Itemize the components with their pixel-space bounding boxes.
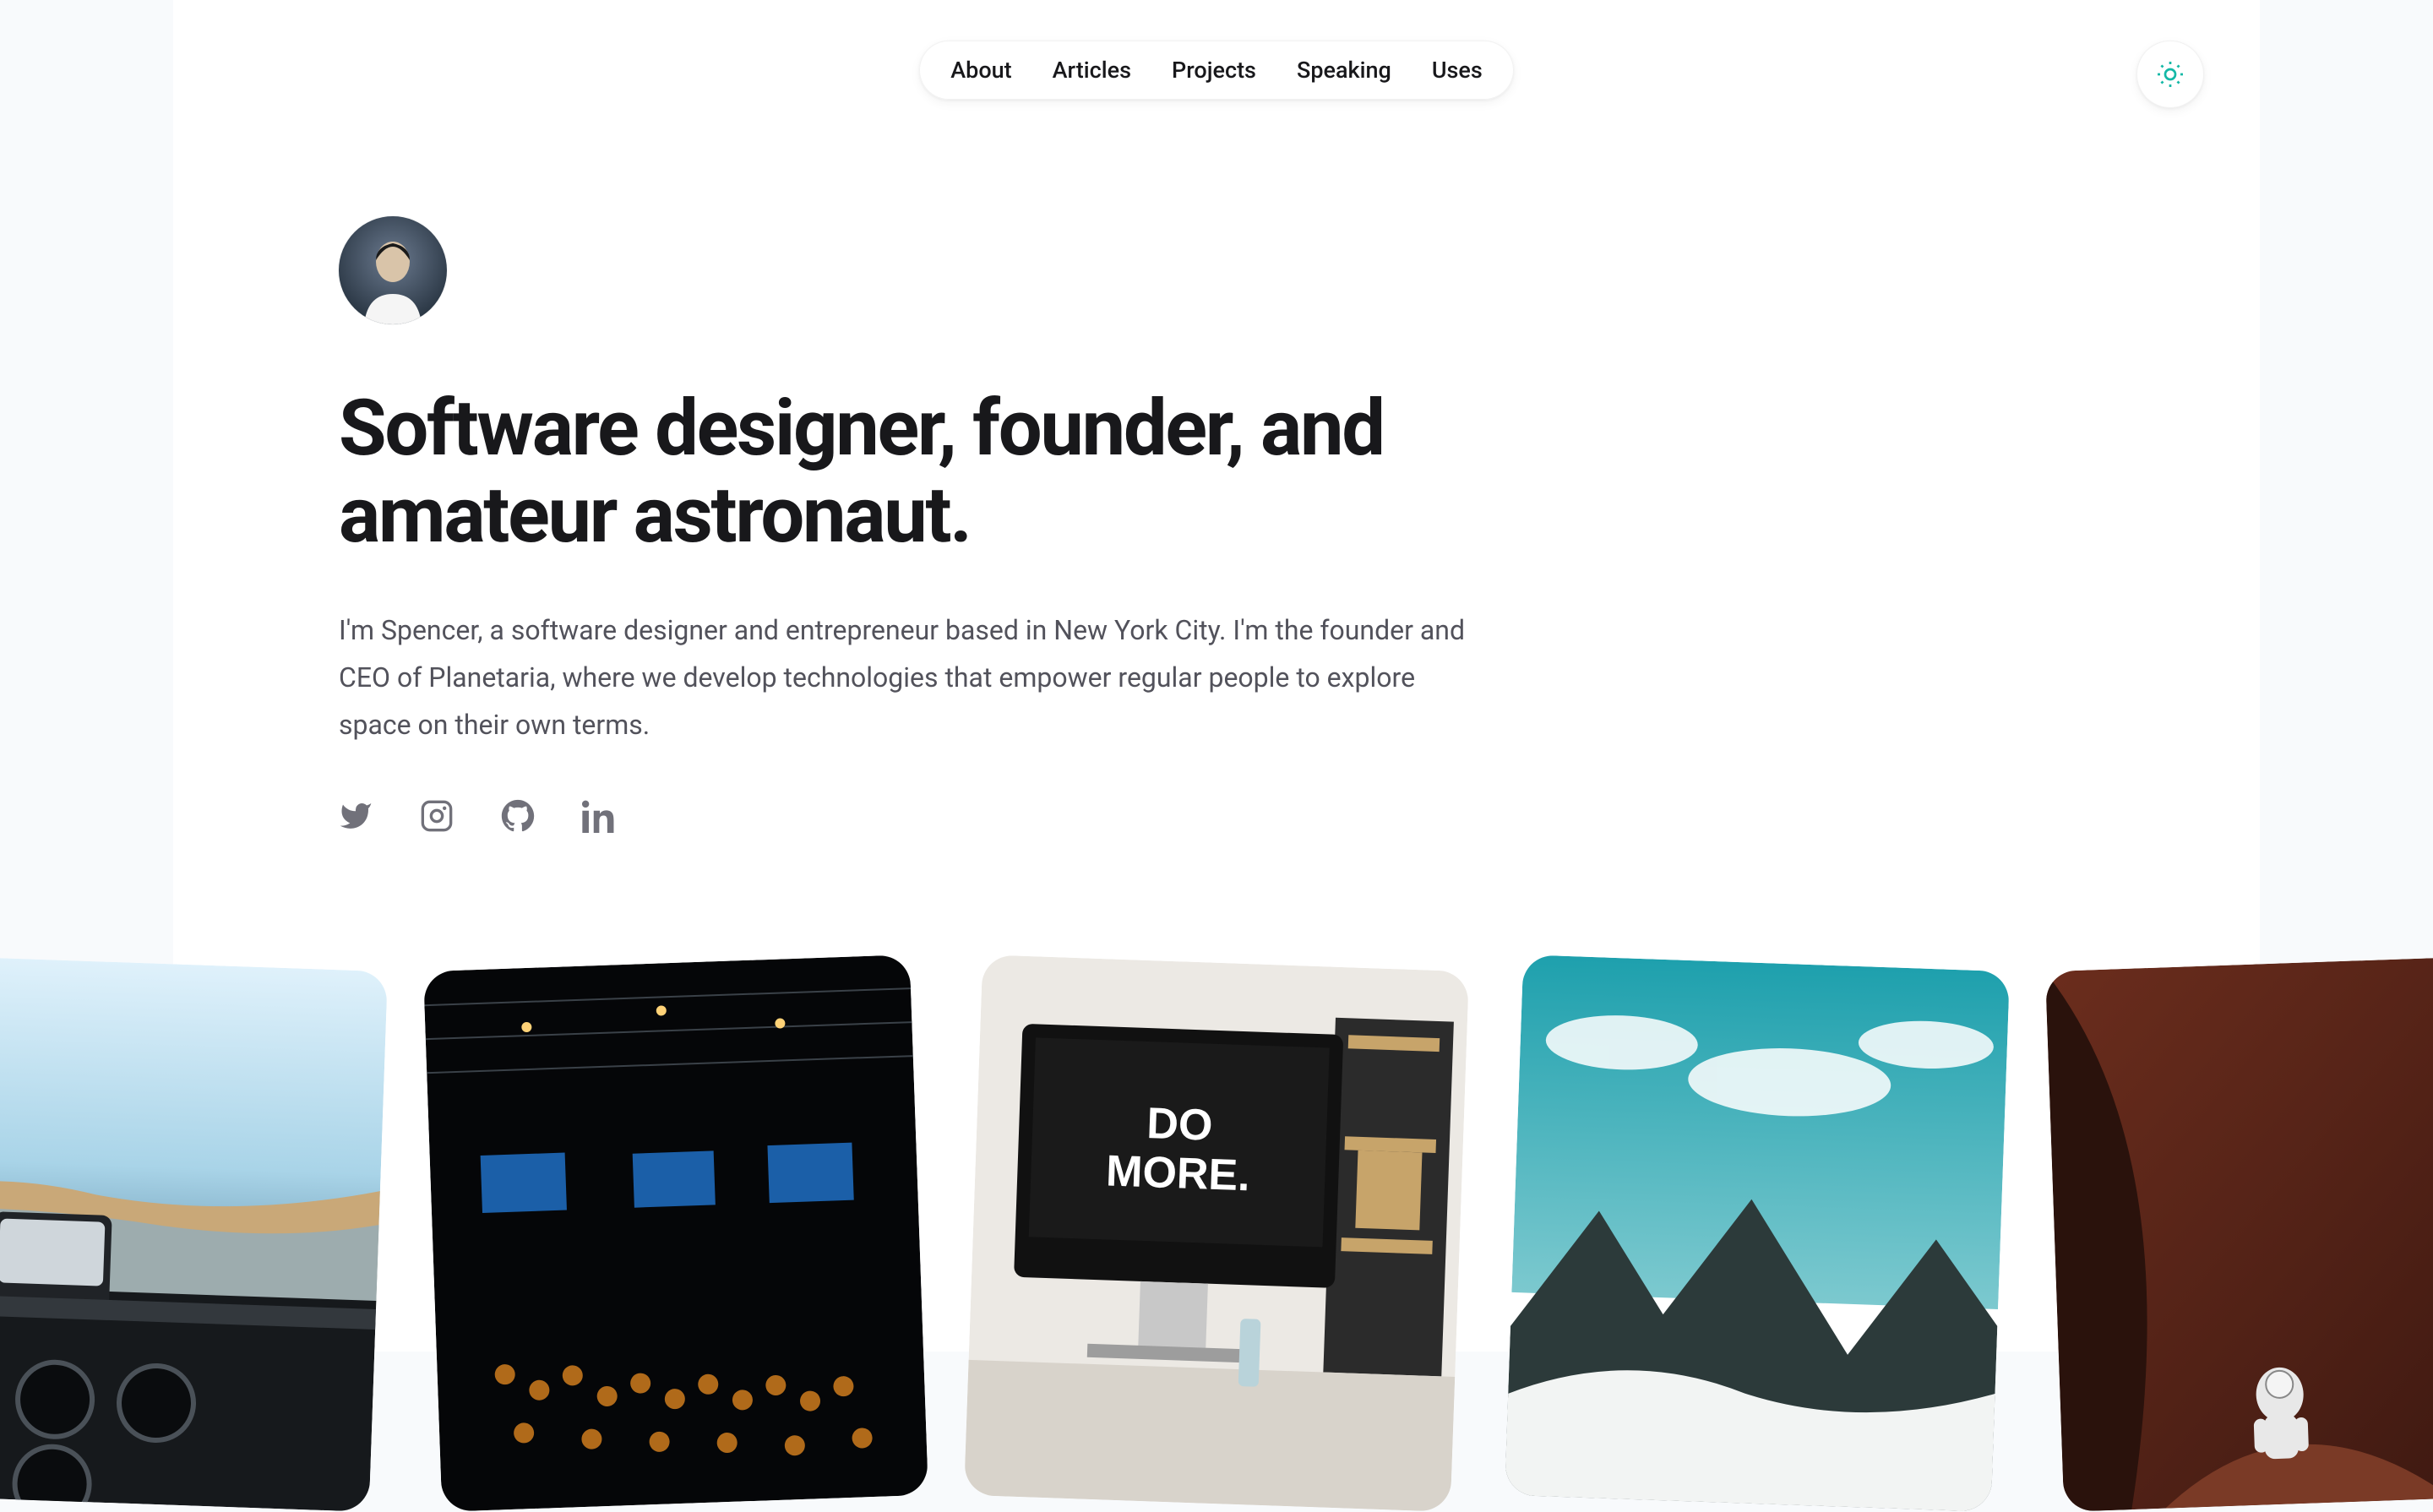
- page-title: Software designer, founder, and amateur …: [339, 385, 1521, 559]
- avatar[interactable]: [339, 216, 447, 324]
- nav-about[interactable]: About: [930, 41, 1031, 99]
- header: About Articles Projects Speaking Uses: [173, 41, 2260, 100]
- nav-projects[interactable]: Projects: [1151, 41, 1276, 99]
- svg-text:DO: DO: [1146, 1099, 1213, 1150]
- nav-articles[interactable]: Articles: [1032, 41, 1151, 99]
- page-container: About Articles Projects Speaking Uses: [173, 0, 2260, 1352]
- hero-section: Software designer, founder, and amateur …: [173, 0, 2260, 833]
- sun-icon: [2155, 59, 2185, 90]
- primary-nav: About Articles Projects Speaking Uses: [919, 41, 1513, 100]
- gallery-photo-mars: [2045, 955, 2433, 1512]
- gallery-photo-mountains: [1505, 955, 2010, 1512]
- photo-gallery: DO MORE.: [0, 811, 2433, 1352]
- gallery-photo-conference: [423, 955, 928, 1512]
- svg-text:MORE.: MORE.: [1105, 1146, 1250, 1200]
- theme-toggle-button[interactable]: [2136, 41, 2204, 108]
- nav-speaking[interactable]: Speaking: [1276, 41, 1412, 99]
- gallery-photo-desk: DO MORE.: [964, 955, 1469, 1512]
- hero-description: I'm Spencer, a software designer and ent…: [339, 606, 1471, 748]
- nav-uses[interactable]: Uses: [1412, 41, 1503, 99]
- gallery-photo-cockpit: [0, 955, 388, 1512]
